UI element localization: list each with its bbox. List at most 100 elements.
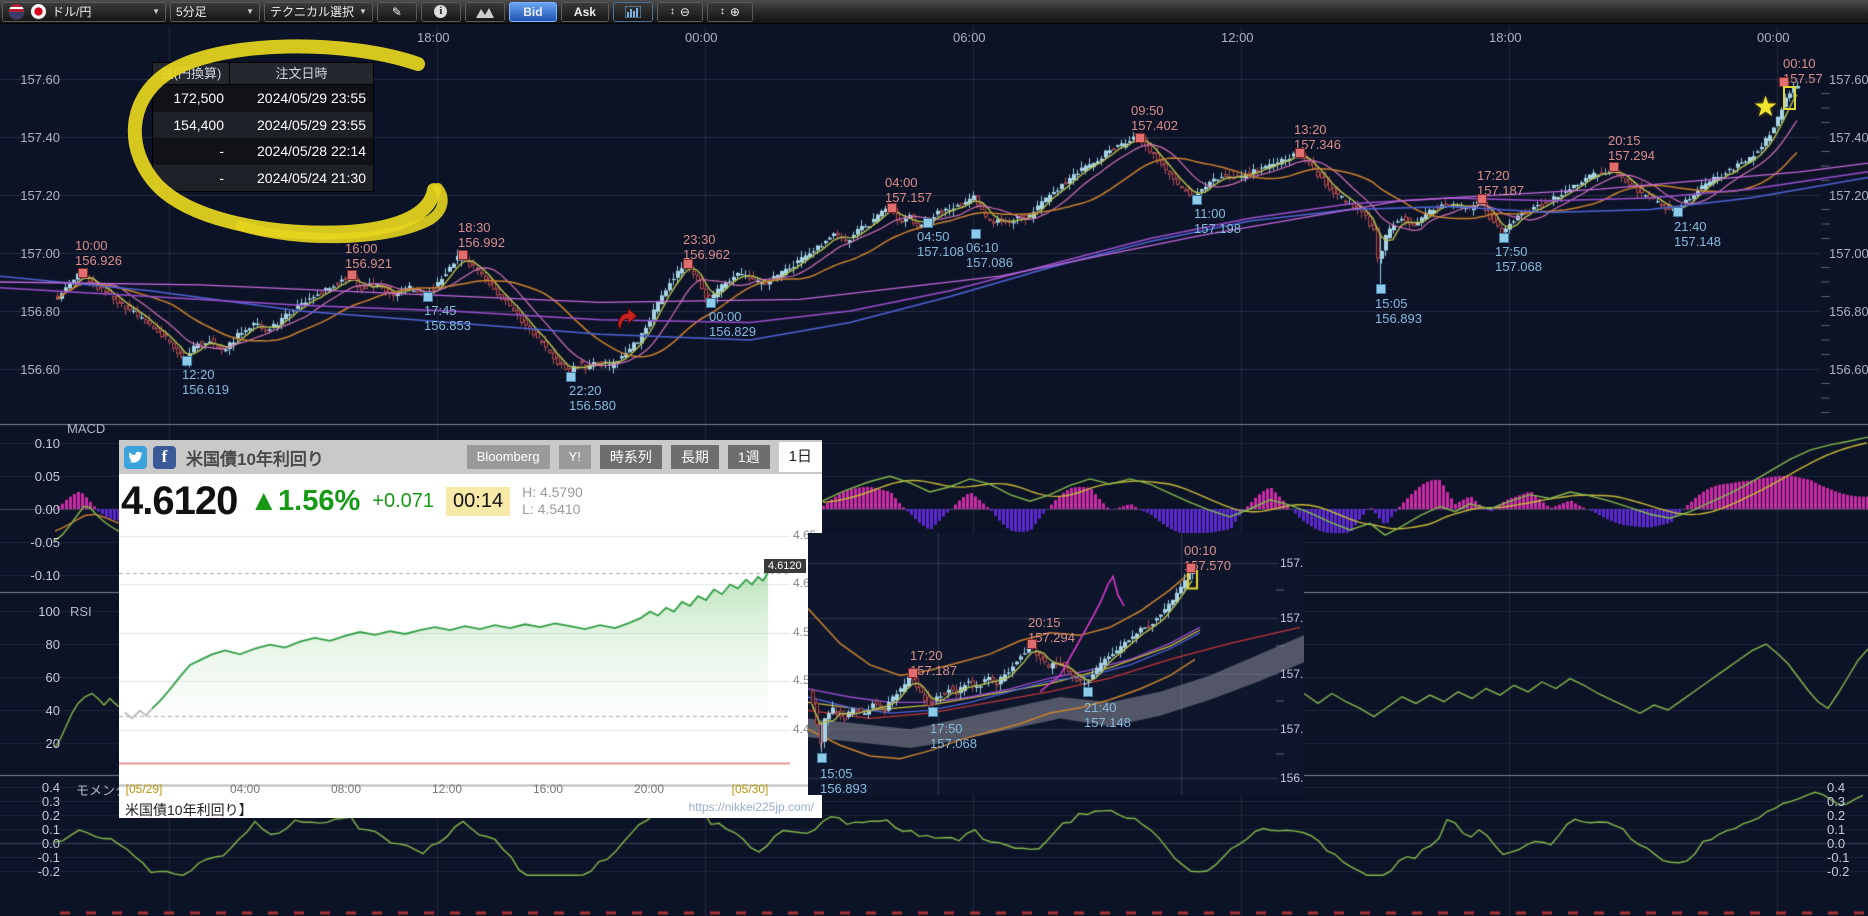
tab-long-term[interactable]: 長期 [671,445,719,469]
bid-button[interactable]: Bid [509,2,557,22]
zoom-out-button[interactable]: ↕⊖ [657,2,703,22]
axis-label: 60 [14,670,60,685]
table-row[interactable]: - 2024/05/28 22:14 [153,138,373,165]
axis-label: -0.05 [14,535,60,550]
annotation-time: 21:40 [1674,219,1721,234]
axis-label: -0.10 [14,568,60,583]
order-profit: 172,500 [153,85,229,112]
ask-button[interactable]: Ask [561,2,609,22]
us10y-x-label: [05/30] [732,782,769,796]
annotation-time: 16:00 [345,241,392,256]
axis-label: 157.00 [1829,246,1868,261]
zoom-in-button[interactable]: ↕⊕ [707,2,753,22]
axis-label: 157.40 [14,130,60,145]
axis-label: 0.1 [1827,822,1868,837]
info-button[interactable]: i [421,2,461,22]
highlighted-current-candle [1783,86,1796,110]
annotation-time: 20:15 [1028,615,1075,630]
technical-select-button[interactable]: テクニカル選択 ▼ [264,2,373,22]
price-annotation: 17:45 156.853 [424,303,471,333]
axis-label: 157.20 [14,188,60,203]
annotation-price: 156.926 [75,253,122,268]
facebook-share-button[interactable]: f [153,446,176,469]
table-row[interactable]: 172,500 2024/05/29 23:55 [153,85,373,112]
inset-zoom-chart: 157.157.157.157.156. 00:10 157.57020:15 … [808,533,1304,795]
annotation-marker [458,250,468,260]
orders-col-datetime: 注文日時 [230,63,373,84]
annotation-marker [908,668,918,678]
price-annotation: 12:20 156.619 [182,367,229,397]
volume-button[interactable] [613,2,653,22]
us10y-change: +0.071 [372,490,434,513]
yahoo-button[interactable]: Y! [559,445,591,469]
info-icon: i [434,5,447,18]
axis-label: 80 [14,637,60,652]
annotation-price: 156.580 [569,398,616,413]
tab-time-series[interactable]: 時系列 [600,445,662,469]
annotation-marker [1376,284,1386,294]
annotation-price: 157.068 [1495,259,1542,274]
price-annotation: 00:00 156.829 [709,309,756,339]
annotation-time: 12:20 [182,367,229,382]
tab-1-day[interactable]: 1日 [779,442,822,472]
rsi-panel-title: RSI [70,604,92,619]
axis-label: 0.3 [14,794,60,809]
chevron-down-icon: ▼ [359,7,367,16]
order-profit: 154,400 [153,112,229,139]
price-annotation: 04:00 157.157 [885,175,932,205]
axis-label: 157.00 [14,246,60,261]
annotation-marker [1673,207,1683,217]
axis-label: 0.2 [1827,808,1868,823]
axis-label: 18:00 [1489,30,1522,45]
chart-style-button[interactable] [465,2,505,22]
annotation-time: 00:10 [1184,543,1231,558]
annotation-time: 23:30 [683,232,730,247]
axis-label: 06:00 [953,30,986,45]
annotation-marker [887,203,897,213]
axis-label: 0.00 [14,502,60,517]
annotation-time: 18:30 [458,220,505,235]
order-datetime: 2024/05/29 23:55 [229,85,373,112]
twitter-share-button[interactable] [124,446,147,469]
us10y-widget: f 米国債10年利回り Bloomberg Y! 時系列 長期 1週 1日 4.… [119,440,822,818]
us10y-chart-canvas[interactable] [119,528,822,788]
us10y-change-percent: ▲1.56% [249,485,360,518]
zoom-out-icon: ⊖ [680,5,690,19]
table-row[interactable]: - 2024/05/24 21:30 [153,165,373,192]
order-datetime: 2024/05/28 22:14 [229,138,373,165]
annotation-time: 10:00 [75,238,122,253]
jp-flag-icon [30,3,47,20]
table-row[interactable]: 154,400 2024/05/29 23:55 [153,112,373,139]
zoom-in-icon: ⊕ [730,5,740,19]
axis-label: 0.4 [1827,780,1868,795]
annotation-time: 21:40 [1084,700,1131,715]
axis-label: 40 [14,703,60,718]
annotation-time: 17:20 [1477,168,1524,183]
annotation-marker [182,356,192,366]
axis-label: 157.20 [1829,188,1868,203]
currency-pair-select[interactable]: ドル/円 ▼ [2,2,166,22]
annotation-price: 156.893 [820,781,867,795]
axis-label: 157.40 [1829,130,1868,145]
annotation-time: 15:05 [820,766,867,781]
axis-label: 156.80 [14,304,60,319]
us10y-quote-row: 4.6120 ▲1.56% +0.071 00:14 H: 4.5790 L: … [119,474,822,528]
draw-pencil-button[interactable]: ✎ [377,2,417,22]
annotation-marker [566,372,576,382]
price-annotation: 21:40 157.148 [1674,219,1721,249]
axis-label: 156.60 [14,362,60,377]
inset-y-label: 157. [1280,722,1303,736]
annotation-price: 157.148 [1084,715,1131,730]
axis-label: 0.05 [14,469,60,484]
tab-1-week[interactable]: 1週 [728,445,770,469]
annotation-time: 04:50 [917,229,964,244]
price-annotation: 16:00 156.921 [345,241,392,271]
annotation-price: 156.992 [458,235,505,250]
bloomberg-button[interactable]: Bloomberg [467,445,550,469]
price-annotation: 17:50 157.068 [930,721,977,751]
axis-label: 00:00 [685,30,718,45]
timeframe-select[interactable]: 5分足 ▼ [170,2,260,22]
price-annotation: 17:50 157.068 [1495,244,1542,274]
annotation-time: 17:45 [424,303,471,318]
annotation-time: 22:20 [569,383,616,398]
